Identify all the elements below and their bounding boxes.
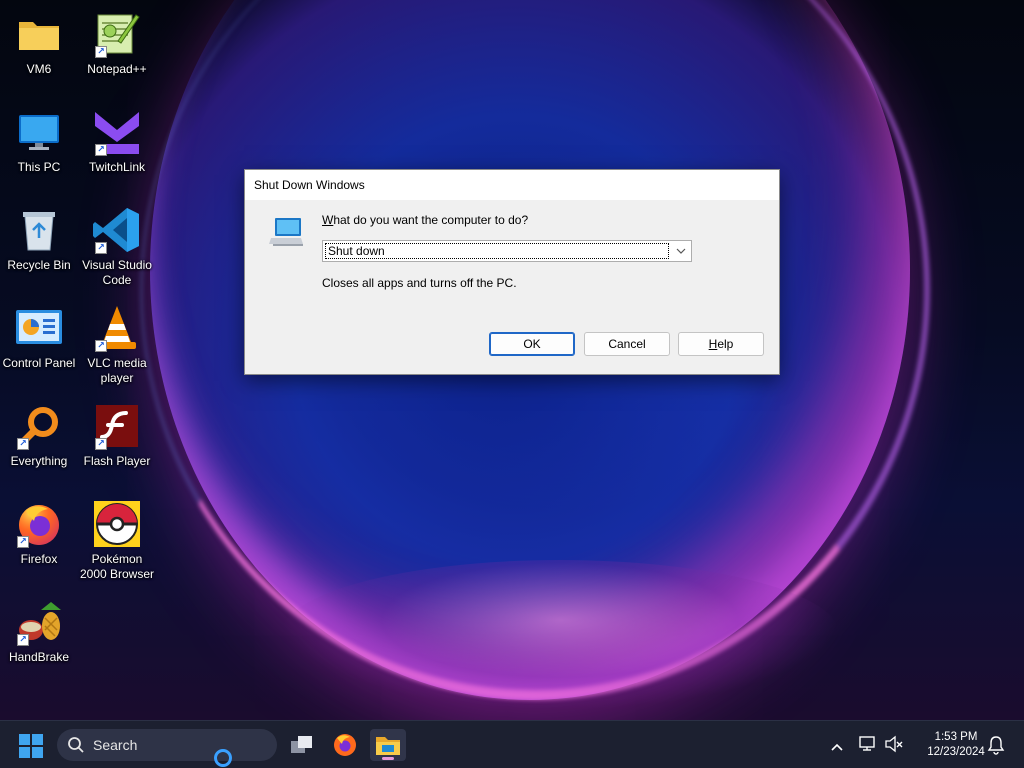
notepadpp-icon: ↗ — [93, 10, 141, 58]
pokeball-icon — [93, 500, 141, 548]
twitchlink-icon: ↗ — [93, 108, 141, 156]
volume-muted-icon — [885, 735, 903, 753]
cancel-button[interactable]: Cancel — [584, 332, 670, 356]
shutdown-dialog: Shut Down Windows What do you want the c… — [244, 169, 780, 375]
desktop-icon-label: HandBrake — [8, 650, 70, 664]
help-mnemonic: H — [708, 337, 718, 351]
desktop-icon-vlc[interactable]: ↗ VLC media player — [78, 298, 156, 388]
desktop-icon-label: Recycle Bin — [7, 258, 71, 272]
shortcut-arrow-icon: ↗ — [95, 438, 107, 450]
folder-icon — [15, 10, 63, 58]
desktop-icon-recycle-bin[interactable]: Recycle Bin — [0, 200, 78, 290]
shortcut-arrow-icon: ↗ — [95, 242, 107, 254]
active-app-indicator — [382, 757, 394, 760]
desktop-icon-everything[interactable]: ↗ Everything — [0, 396, 78, 486]
taskbar: Search 1:53 PM 12/23/2024 — [0, 720, 1024, 768]
desktop-icon-label: Visual Studio Code — [82, 258, 152, 287]
desktop-icon-label: Flash Player — [83, 454, 151, 468]
desktop-icon-notepadpp[interactable]: ↗ Notepad++ — [78, 4, 156, 94]
file-explorer-icon — [376, 737, 400, 755]
show-hidden-icons-button[interactable] — [830, 737, 844, 756]
windows-logo-icon — [19, 734, 43, 758]
search-icon — [68, 737, 84, 753]
notifications-button[interactable] — [987, 735, 1005, 759]
volume-button[interactable] — [884, 735, 904, 757]
search-placeholder: Search — [93, 737, 138, 753]
shutdown-option-select[interactable]: Shut down — [322, 240, 692, 262]
shortcut-arrow-icon: ↗ — [17, 536, 29, 548]
desktop-icon-flash-player[interactable]: ↗ Flash Player — [78, 396, 156, 486]
prompt-mnemonic: W — [322, 213, 334, 227]
flash-player-icon: ↗ — [93, 402, 141, 450]
chevron-up-icon — [831, 743, 843, 751]
selected-option: Shut down — [325, 243, 669, 259]
desktop-icon-label: Control Panel — [2, 356, 76, 370]
shortcut-arrow-icon: ↗ — [95, 46, 107, 58]
desktop-icon-label: TwitchLink — [88, 160, 146, 174]
desktop-icon-vscode[interactable]: ↗ Visual Studio Code — [78, 200, 156, 290]
help-button[interactable]: Help — [678, 332, 764, 356]
help-label-rest: elp — [717, 337, 734, 351]
task-view-icon — [291, 736, 312, 753]
desktop-icon-pokemon-browser[interactable]: Pokémon 2000 Browser — [78, 494, 156, 584]
start-button[interactable] — [18, 733, 44, 759]
dialog-body: What do you want the computer to do? Shu… — [245, 200, 779, 375]
desktop-icon-vm6[interactable]: VM6 — [0, 4, 78, 94]
handbrake-icon: ↗ — [15, 598, 63, 646]
desktop-icon-control-panel[interactable]: Control Panel — [0, 298, 78, 388]
taskbar-file-explorer-button[interactable] — [370, 729, 406, 761]
network-status-button[interactable] — [858, 735, 880, 757]
desktop-icon-label: VM6 — [26, 62, 52, 76]
dialog-titlebar[interactable]: Shut Down Windows — [245, 170, 779, 200]
wallpaper-bloom-glow — [280, 560, 840, 710]
ok-button[interactable]: OK — [489, 332, 575, 356]
control-panel-icon — [15, 304, 63, 352]
desktop-icon-label: This PC — [17, 160, 61, 174]
desktop-icon-label: Everything — [10, 454, 68, 468]
shortcut-arrow-icon: ↗ — [17, 634, 29, 646]
desktop-icon-twitchlink[interactable]: ↗ TwitchLink — [78, 102, 156, 192]
vscode-icon: ↗ — [93, 206, 141, 254]
firefox-icon: ↗ — [15, 500, 63, 548]
option-description: Closes all apps and turns off the PC. — [322, 276, 517, 290]
everything-icon: ↗ — [15, 402, 63, 450]
prompt-text: hat do you want the computer to do? — [333, 213, 529, 227]
desktop-icon-firefox[interactable]: ↗ Firefox — [0, 494, 78, 584]
taskbar-firefox-button[interactable] — [327, 729, 363, 761]
desktop-icon-label: Pokémon 2000 Browser — [79, 552, 155, 581]
bell-icon — [987, 736, 1005, 755]
network-disconnected-icon — [859, 736, 875, 751]
chevron-down-icon[interactable] — [671, 241, 691, 261]
taskbar-search-box[interactable]: Search — [57, 729, 277, 761]
desktop-icon-label: VLC media player — [87, 356, 147, 385]
desktop-icon-handbrake[interactable]: ↗ HandBrake — [0, 592, 78, 682]
this-pc-icon — [15, 108, 63, 156]
recycle-bin-icon — [15, 206, 63, 254]
desktop-icon-label: Firefox — [20, 552, 58, 566]
shortcut-arrow-icon: ↗ — [95, 144, 107, 156]
desktop-icon-label: Notepad++ — [87, 62, 147, 76]
computer-icon — [269, 216, 305, 255]
vlc-icon: ↗ — [93, 304, 141, 352]
dialog-title: Shut Down Windows — [254, 178, 365, 192]
desktop-icon-this-pc[interactable]: This PC — [0, 102, 78, 192]
firefox-icon — [334, 734, 356, 756]
dialog-prompt: What do you want the computer to do? — [322, 213, 528, 227]
task-view-button[interactable] — [284, 729, 320, 761]
search-highlight-icon — [214, 749, 232, 767]
shortcut-arrow-icon: ↗ — [17, 438, 29, 450]
shortcut-arrow-icon: ↗ — [95, 340, 107, 352]
